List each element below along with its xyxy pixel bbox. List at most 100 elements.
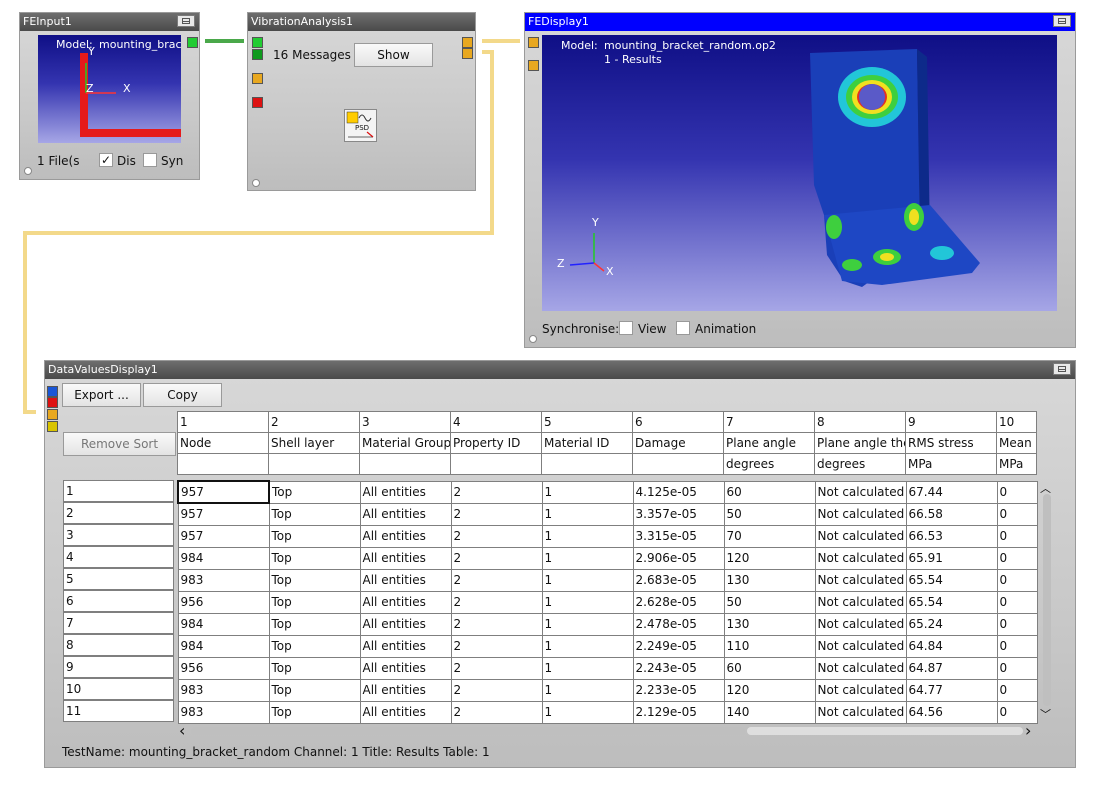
table-cell[interactable]: 3.315e-05 [632, 524, 725, 548]
vibration-analysis-icon[interactable]: PSD [344, 109, 377, 142]
fedisplay-titlebar[interactable]: FEDisplay1 [525, 13, 1075, 31]
table-cell[interactable]: Not calculated [814, 700, 907, 724]
table-cell[interactable]: All entities [359, 568, 452, 592]
table-cell[interactable]: 2 [450, 634, 543, 658]
table-cell[interactable]: 2 [450, 524, 543, 548]
vibration-input-port-4[interactable] [252, 97, 263, 108]
table-cell[interactable]: 120 [723, 678, 816, 702]
row-header-cell[interactable]: 9 [63, 656, 174, 678]
table-row[interactable]: 957 Top All entities 2 1 3.357e-05 50 Not calcu… [177, 502, 1038, 526]
table-row[interactable]: 983 Top All entities 2 1 2.683e-05 130 Not calc… [177, 568, 1038, 592]
table-cell[interactable]: 956 [177, 590, 270, 614]
table-cell[interactable]: 956 [177, 656, 270, 680]
datavalues-input-port-4[interactable] [47, 421, 58, 432]
table-cell[interactable]: 2.249e-05 [632, 634, 725, 658]
vibration-output-port-1[interactable] [462, 37, 473, 48]
fedisplay-input-port-1[interactable] [528, 37, 539, 48]
table-row[interactable]: 983 Top All entities 2 1 2.129e-05 140 Not calc… [177, 700, 1038, 724]
table-cell[interactable]: Not calculated [814, 480, 907, 504]
table-cell[interactable]: All entities [359, 678, 452, 702]
header-name-cell[interactable]: Plane angle [723, 432, 815, 454]
fedisplay-window[interactable]: FEDisplay1 Model: mounting_bracket_rando… [524, 12, 1076, 348]
scroll-right-arrow[interactable]: › [1025, 721, 1031, 740]
table-cell[interactable]: 2 [450, 700, 543, 724]
table-cell[interactable]: Not calculated [814, 502, 907, 526]
row-header-cell[interactable]: 4 [63, 546, 174, 568]
remove-sort-button[interactable]: Remove Sort [63, 432, 176, 456]
horizontal-scrollbar[interactable]: ‹ › [177, 721, 1037, 740]
table-cell[interactable]: 2.129e-05 [632, 700, 725, 724]
table-cell[interactable]: 2 [450, 656, 543, 680]
table-cell[interactable]: 70 [723, 524, 816, 548]
vibration-titlebar[interactable]: VibrationAnalysis1 [248, 13, 475, 31]
table-cell[interactable]: 1 [541, 546, 634, 570]
table-cell[interactable]: 2.478e-05 [632, 612, 725, 636]
table-cell[interactable]: 1 [541, 678, 634, 702]
table-cell[interactable]: 983 [177, 678, 270, 702]
datavalues-titlebar[interactable]: DataValuesDisplay1 [45, 361, 1075, 379]
table-cell[interactable]: 2 [450, 480, 543, 504]
datavalues-restore-button[interactable] [1053, 363, 1071, 375]
fedisplay-input-port-2[interactable] [528, 60, 539, 71]
table-cell[interactable]: Top [268, 546, 361, 570]
header-name-cell[interactable]: Mean s [996, 432, 1037, 454]
table-cell[interactable]: 1 [541, 590, 634, 614]
header-name-cell[interactable]: Node [177, 432, 269, 454]
row-header-cell[interactable]: 2 [63, 502, 174, 524]
table-cell[interactable]: 120 [723, 546, 816, 570]
table-cell[interactable]: 66.53 [905, 524, 998, 548]
table-cell[interactable]: Not calculated [814, 678, 907, 702]
table-cell[interactable]: 2 [450, 568, 543, 592]
scroll-down-arrow[interactable]: ﹀ [1040, 706, 1051, 722]
feinput-window[interactable]: FEInput1 Model: mounting_bracke Y Z X 1 … [19, 12, 200, 180]
table-cell[interactable]: All entities [359, 700, 452, 724]
table-cell[interactable]: All entities [359, 502, 452, 526]
table-cell[interactable]: 60 [723, 656, 816, 680]
table-cell[interactable]: Top [268, 480, 361, 504]
datavalues-input-port-1[interactable] [47, 386, 58, 397]
table-cell[interactable]: 1 [541, 568, 634, 592]
table-cell[interactable]: 67.44 [905, 480, 998, 504]
table-cell[interactable]: 3.357e-05 [632, 502, 725, 526]
row-header-cell[interactable]: 6 [63, 590, 174, 612]
vertical-scroll-thumb[interactable] [1043, 494, 1051, 706]
table-cell[interactable]: 983 [177, 700, 270, 724]
vibration-window[interactable]: VibrationAnalysis1 16 Messages Show PSD [247, 12, 476, 191]
table-cell[interactable]: 65.24 [905, 612, 998, 636]
table-cell[interactable]: 0 [996, 634, 1038, 658]
table-cell[interactable]: 130 [723, 568, 816, 592]
header-name-cell[interactable]: Material ID [541, 432, 633, 454]
table-cell[interactable]: 0 [996, 656, 1038, 680]
table-row[interactable]: 956 Top All entities 2 1 2.243e-05 60 Not calcu… [177, 656, 1038, 680]
table-cell[interactable]: 2 [450, 590, 543, 614]
table-row[interactable]: 984 Top All entities 2 1 2.249e-05 110 Not calc… [177, 634, 1038, 658]
table-cell[interactable]: 65.91 [905, 546, 998, 570]
table-cell[interactable]: 0 [996, 700, 1038, 724]
table-row[interactable]: 983 Top All entities 2 1 2.233e-05 120 Not calc… [177, 678, 1038, 702]
header-name-cell[interactable]: Shell layer [268, 432, 360, 454]
export-button[interactable]: Export ... [62, 383, 141, 407]
table-cell[interactable]: 65.54 [905, 590, 998, 614]
table-cell[interactable]: 984 [177, 612, 270, 636]
feinput-restore-button[interactable] [177, 15, 195, 27]
table-row[interactable]: 984 Top All entities 2 1 2.906e-05 120 Not calc… [177, 546, 1038, 570]
horizontal-scroll-thumb[interactable] [191, 727, 745, 735]
row-header-cell[interactable]: 11 [63, 700, 174, 722]
table-cell[interactable]: 2.233e-05 [632, 678, 725, 702]
header-name-cell[interactable]: RMS stress [905, 432, 997, 454]
table-cell[interactable]: 957 [177, 502, 270, 526]
table-cell[interactable]: 1 [541, 524, 634, 548]
vibration-show-button[interactable]: Show [354, 43, 433, 67]
table-cell[interactable]: Top [268, 524, 361, 548]
table-cell[interactable]: 1 [541, 634, 634, 658]
table-cell[interactable]: 1 [541, 700, 634, 724]
table-cell[interactable]: 2.683e-05 [632, 568, 725, 592]
vibration-input-port-3[interactable] [252, 73, 263, 84]
header-name-cell[interactable]: Plane angle the [814, 432, 906, 454]
table-row[interactable]: 956 Top All entities 2 1 2.628e-05 50 Not calcu… [177, 590, 1038, 614]
feinput-output-port[interactable] [187, 37, 198, 48]
table-cell[interactable]: 0 [996, 612, 1038, 636]
table-cell[interactable]: 60 [723, 480, 816, 504]
table-cell[interactable]: 64.77 [905, 678, 998, 702]
feinput-display-checkbox[interactable]: ✓ [99, 153, 113, 167]
